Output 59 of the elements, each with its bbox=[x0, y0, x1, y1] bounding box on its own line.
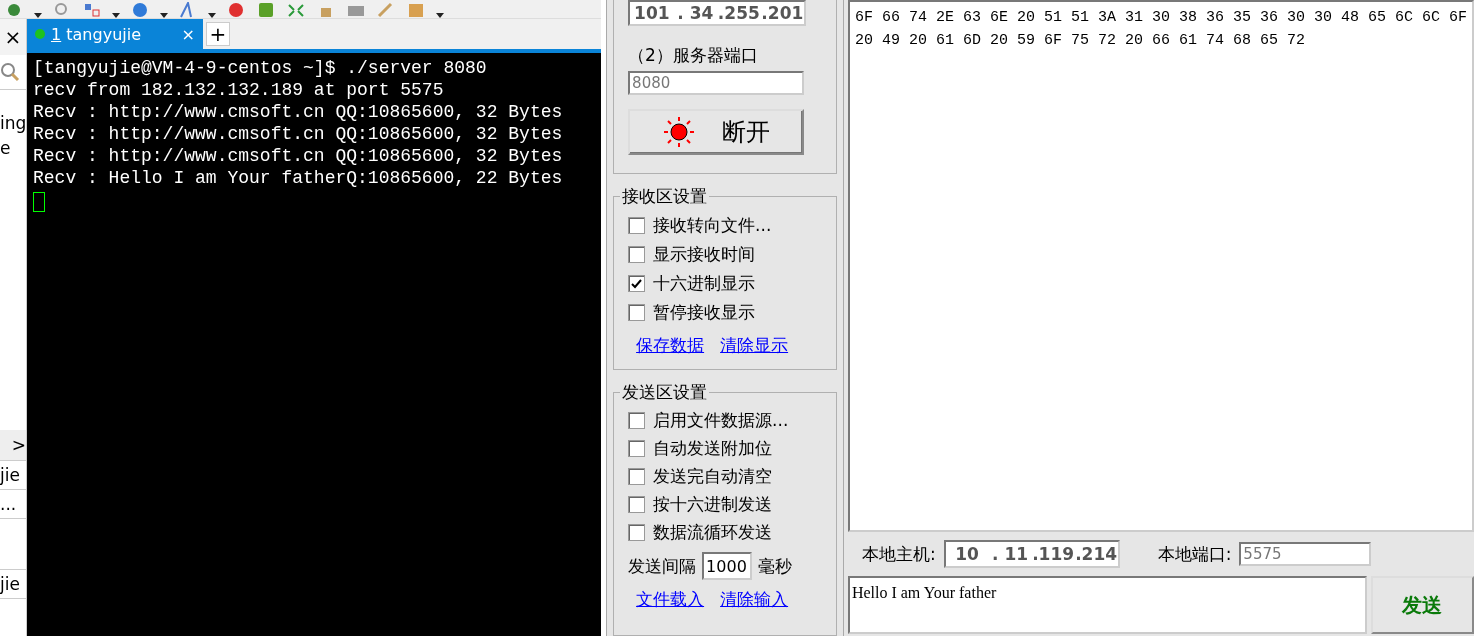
checkbox-label[interactable]: 显示接收时间 bbox=[653, 243, 756, 266]
session-tab[interactable]: 1 tangyujie × bbox=[27, 19, 203, 49]
group-title: 接收区设置 bbox=[620, 185, 710, 208]
local-ip-field[interactable]: 10 . 11 .119.214 bbox=[943, 540, 1120, 568]
checkbox-label[interactable]: 按十六进制发送 bbox=[653, 493, 773, 516]
checkbox[interactable] bbox=[628, 304, 646, 321]
checkbox[interactable] bbox=[628, 468, 646, 485]
terminal-line: recv from 182.132.132.189 at port 5575 bbox=[33, 79, 445, 101]
checkbox-label[interactable]: 启用文件数据源... bbox=[653, 409, 789, 432]
link[interactable]: 清除输入 bbox=[720, 588, 789, 611]
expand-icon[interactable] bbox=[286, 2, 306, 18]
local-host-label: 本地主机: bbox=[861, 542, 936, 566]
checkbox-label[interactable]: 发送完自动清空 bbox=[653, 465, 773, 488]
checkbox[interactable] bbox=[628, 412, 646, 429]
list-item-text[interactable]: jie bbox=[0, 574, 20, 594]
search-icon[interactable] bbox=[0, 62, 20, 82]
checkbox[interactable] bbox=[628, 275, 646, 292]
terminal-line: Recv : http://www.cmsoft.cn QQ:10865600, 32 Bytes bbox=[33, 101, 564, 123]
checkbox-label[interactable]: 数据流循环发送 bbox=[653, 521, 773, 544]
checkbox-label[interactable]: 接收转向文件... bbox=[653, 214, 772, 237]
terminal-line: [tangyujie@VM-4-9-centos ~]$ ./server 8080 bbox=[33, 57, 488, 79]
terminal-cursor bbox=[33, 192, 45, 212]
grid-icon[interactable] bbox=[82, 2, 102, 18]
send-button[interactable]: 发送 bbox=[1370, 576, 1474, 634]
interval-field[interactable]: 1000 bbox=[702, 552, 753, 580]
tab-close-button[interactable]: × bbox=[181, 24, 195, 44]
list-item-text[interactable]: ... bbox=[0, 494, 17, 514]
checkbox-label[interactable]: 十六进制显示 bbox=[653, 272, 756, 295]
status-dot-icon bbox=[35, 29, 45, 39]
checkbox[interactable] bbox=[628, 217, 646, 234]
unit-label: 毫秒 bbox=[758, 554, 793, 578]
checkbox[interactable] bbox=[628, 246, 646, 263]
link[interactable]: 文件载入 bbox=[636, 588, 705, 611]
server-port-field[interactable]: 8080 bbox=[628, 71, 805, 95]
local-port-field[interactable]: 5575 bbox=[1239, 542, 1372, 566]
new-tab-button[interactable]: + bbox=[206, 22, 230, 46]
checkbox[interactable] bbox=[628, 496, 646, 513]
interval-label: 发送间隔 bbox=[628, 554, 697, 578]
local-port-label: 本地端口: bbox=[1157, 542, 1232, 566]
checkbox-label[interactable]: 自动发送附加位 bbox=[653, 437, 773, 460]
terminal-line: Recv : http://www.cmsoft.cn QQ:10865600, 32 Bytes bbox=[33, 145, 564, 167]
terminal-line: Recv : Hello I am Your fatherQ:10865600, 22 Bytes bbox=[33, 167, 564, 189]
message-input[interactable]: Hello I am Your father bbox=[847, 576, 1367, 634]
receive-text-area[interactable]: 6F 66 74 2E 63 6E 20 51 51 3A 31 30 38 36 35 36 30 30 48 65 6C 6C 6F 20 49 20 61 6D 20 59 6F 75 72 20 66 61 74 68 65 72 bbox=[847, 0, 1474, 532]
checkbox-label[interactable]: 暂停接收显示 bbox=[653, 301, 756, 324]
link[interactable]: 清除显示 bbox=[720, 334, 789, 357]
globe-icon[interactable] bbox=[130, 2, 150, 18]
link[interactable]: 保存数据 bbox=[636, 334, 705, 357]
port-label: （2）服务器端口 bbox=[628, 44, 759, 67]
checkbox[interactable] bbox=[628, 524, 646, 541]
close-button[interactable]: × bbox=[0, 19, 26, 55]
app-icon[interactable] bbox=[256, 2, 276, 18]
server-ip-field[interactable]: 101 . 34 .255.201 bbox=[628, 0, 807, 26]
terminal-line: Recv : http://www.cmsoft.cn QQ:10865600, 32 Bytes bbox=[33, 123, 564, 145]
list-item-text[interactable]: jie bbox=[0, 465, 20, 485]
disconnect-button[interactable]: 断开 bbox=[628, 109, 805, 155]
checkbox[interactable] bbox=[628, 440, 646, 457]
list-item-text[interactable]: ing bbox=[0, 112, 26, 133]
list-item-text[interactable]: e bbox=[0, 137, 11, 158]
